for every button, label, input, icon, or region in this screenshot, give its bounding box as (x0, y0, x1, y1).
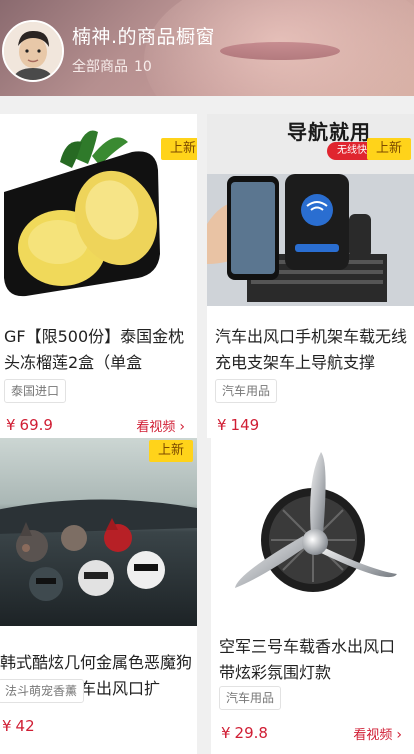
product-price: ¥69.9 (6, 416, 53, 434)
watch-video-link[interactable]: 看视频 › (136, 416, 185, 435)
product-tag: 法斗萌宠香薰 (0, 679, 85, 703)
product-grid: 上新 GF【限500份】泰国金枕头冻榴莲2盒（单盒 泰国进口 ¥69.9 看视频… (0, 96, 414, 754)
new-badge: 上新 (161, 138, 197, 160)
product-tag: 汽车用品 (215, 379, 278, 403)
product-tag: 泰国进口 (4, 379, 67, 403)
product-price: ¥29.8 (221, 724, 268, 742)
product-card[interactable]: 导航就用 无线快速充电 上新 汽车出风口手机架车载无线充电支架车上导航支撑 汽车… (207, 114, 414, 438)
product-price: ¥42 (2, 717, 35, 735)
new-badge: 上新 (367, 138, 411, 160)
chevron-right-icon: › (179, 419, 185, 435)
product-image-propeller-perfume[interactable] (211, 438, 414, 622)
product-price: ¥149 (217, 416, 260, 434)
product-title[interactable]: 汽车出风口手机架车载无线充电支架车上导航支撑 (215, 324, 409, 376)
all-products-label: 全部商品 (72, 59, 128, 75)
product-count: 10 (134, 59, 152, 75)
product-card[interactable]: 上新 GF【限500份】泰国金枕头冻榴莲2盒（单盒 泰国进口 ¥69.9 看视频… (0, 114, 197, 438)
product-title[interactable]: GF【限500份】泰国金枕头冻榴莲2盒（单盒 (4, 324, 192, 376)
header-photo-detail (220, 42, 340, 60)
image-headline-text: 导航就用 (287, 120, 371, 144)
watch-video-link[interactable]: 看视频 › (353, 724, 402, 743)
product-count-line[interactable]: 全部商品 10 (72, 56, 152, 76)
chevron-right-icon: › (396, 727, 402, 743)
shop-header: 楠神.的商品橱窗 全部商品 10 (0, 0, 414, 96)
product-image-dog-freshener[interactable] (0, 438, 197, 626)
product-title[interactable]: 空军三号车载香水出风口带炫彩氛围灯款 (219, 634, 409, 686)
avatar[interactable] (2, 20, 64, 82)
new-badge: 上新 (149, 440, 193, 462)
product-card[interactable]: 上新 韩式酷炫几何金属色恶魔狗法斗牛犬汽车出风口扩 法斗萌宠香薰 ¥42 (0, 438, 197, 754)
product-card[interactable]: 空军三号车载香水出风口带炫彩氛围灯款 汽车用品 ¥29.8 看视频 › (211, 438, 414, 754)
product-tag: 汽车用品 (219, 686, 282, 710)
shop-title: 楠神.的商品橱窗 (72, 26, 216, 48)
